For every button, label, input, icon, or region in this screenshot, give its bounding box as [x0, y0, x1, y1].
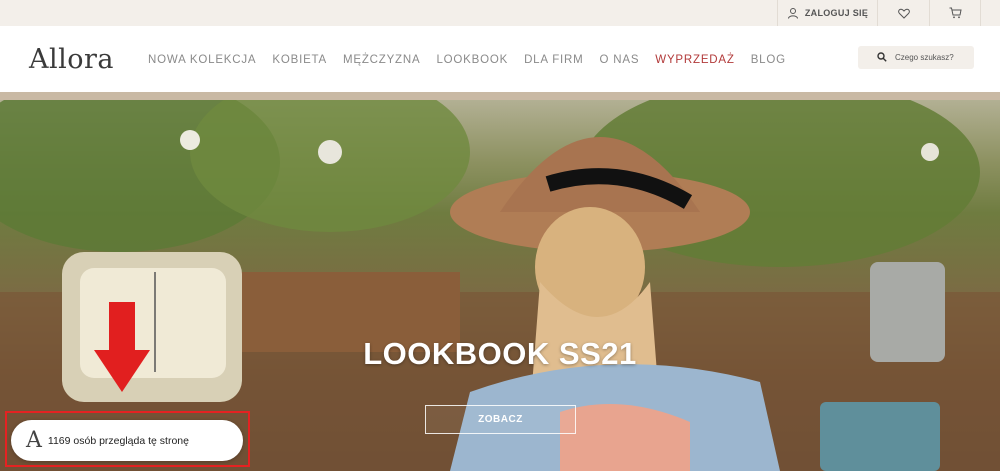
wishlist-button[interactable]: [877, 0, 929, 26]
nav-item-mezczyzna[interactable]: MĘŻCZYZNA: [343, 54, 420, 66]
main-nav: NOWA KOLEKCJA KOBIETA MĘŻCZYZNA LOOKBOOK…: [148, 54, 802, 66]
nav-item-dla-firm[interactable]: DLA FIRM: [524, 54, 583, 66]
visitor-counter-popup[interactable]: A 1169 osób przegląda tę stronę: [11, 420, 243, 461]
login-label: ZALOGUJ SIĘ: [804, 8, 869, 18]
visitor-counter-text: 1169 osób przegląda tę stronę: [47, 434, 189, 447]
nav-item-kobieta[interactable]: KOBIETA: [272, 54, 327, 66]
hero-title: LOOKBOOK SS21: [363, 336, 637, 371]
nav-item-o-nas[interactable]: O NAS: [600, 54, 640, 66]
cart-button[interactable]: [929, 0, 981, 26]
nav-item-wyprzedaz[interactable]: WYPRZEDAŻ: [655, 54, 734, 66]
site-header: Allora NOWA KOLEKCJA KOBIETA MĘŻCZYZNA L…: [0, 26, 1000, 92]
popup-logo-mark: A: [26, 427, 42, 453]
heart-icon: [897, 8, 910, 19]
login-link[interactable]: ZALOGUJ SIĘ: [777, 0, 877, 26]
nav-item-lookbook[interactable]: LOOKBOOK: [436, 54, 508, 66]
search-input[interactable]: Czego szukasz?: [858, 46, 974, 69]
nav-item-blog[interactable]: BLOG: [751, 54, 786, 66]
search-placeholder: Czego szukasz?: [895, 53, 954, 62]
site-logo[interactable]: Allora: [29, 44, 114, 75]
hero-cta-button[interactable]: ZOBACZ: [425, 405, 576, 434]
cart-icon: [949, 7, 962, 19]
user-icon: [787, 7, 799, 19]
utility-bar: ZALOGUJ SIĘ: [0, 0, 1000, 26]
search-icon: [877, 51, 895, 64]
nav-item-nowa-kolekcja[interactable]: NOWA KOLEKCJA: [148, 54, 256, 66]
